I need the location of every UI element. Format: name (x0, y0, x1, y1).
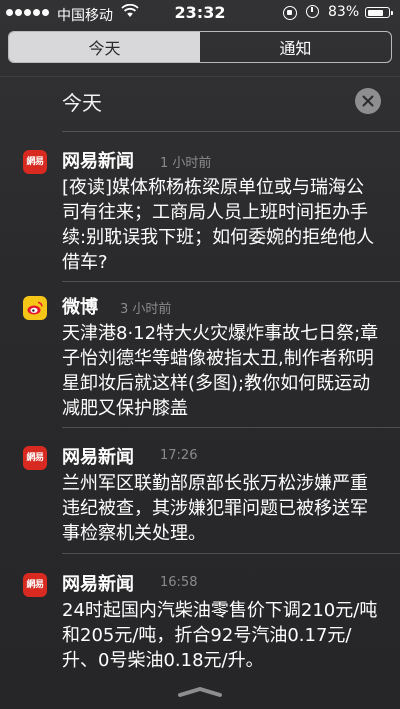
notification-body: 天津港8·12特大火灾爆炸事故七日祭;章子怡刘德华等蜡像被指太丑,制作者称明星卸… (62, 323, 379, 419)
notification-body: [夜读]媒体称杨栋梁原单位或与瑞海公司有往来；工商局人员上班时间拒办手续:别耽误… (62, 177, 375, 273)
weibo-icon (23, 296, 47, 320)
notification-time: 17:26 (160, 448, 198, 463)
divider (62, 131, 400, 132)
battery-fill (367, 9, 384, 16)
netease-news-icon: 網易 (23, 573, 47, 597)
grabber-handle-icon[interactable] (176, 686, 224, 698)
app-icon-text: 網易 (26, 579, 44, 590)
section-title: 今天 (62, 91, 102, 115)
app-name: 网易新闻 (62, 447, 134, 468)
weibo-logo-icon (27, 301, 43, 315)
divider (62, 281, 400, 282)
netease-news-icon: 網易 (23, 446, 47, 470)
netease-news-icon: 網易 (23, 150, 47, 174)
today-notifications-switcher: 今天 通知 (8, 31, 392, 63)
rotation-lock-icon (283, 6, 297, 20)
tab-notifications[interactable]: 通知 (200, 32, 391, 62)
close-icon (362, 95, 374, 107)
divider (62, 427, 400, 428)
app-name: 微博 (62, 297, 98, 318)
tab-today[interactable]: 今天 (9, 32, 200, 62)
status-bar: 中国移动 23:32 83% (0, 0, 400, 26)
notification-body: 24时起国内汽柴油零售价下调210元/吨和205元/吨，折合92号汽油0.17元… (62, 600, 378, 671)
notification-body: 兰州军区联勤部原部长张万松涉嫌严重违纪被查，其涉嫌犯罪问题已被移送军事检察机关处… (62, 473, 368, 544)
battery-icon (365, 7, 393, 18)
app-icon-text: 網易 (26, 452, 44, 463)
divider (62, 553, 400, 554)
divider (0, 76, 400, 77)
notification-time: 3 小时前 (120, 302, 172, 317)
notification-center: 中国移动 23:32 83% 今天 通知 今天 網易 网易新闻 1 小时前 [夜… (0, 0, 400, 709)
alarm-icon (306, 5, 319, 18)
app-name: 网易新闻 (62, 574, 134, 595)
notification-time: 1 小时前 (160, 156, 212, 171)
app-name: 网易新闻 (62, 151, 134, 172)
notification-time: 16:58 (160, 575, 198, 590)
clear-button[interactable] (355, 88, 381, 114)
app-icon-text: 網易 (26, 156, 44, 167)
battery-percent: 83% (328, 4, 360, 20)
